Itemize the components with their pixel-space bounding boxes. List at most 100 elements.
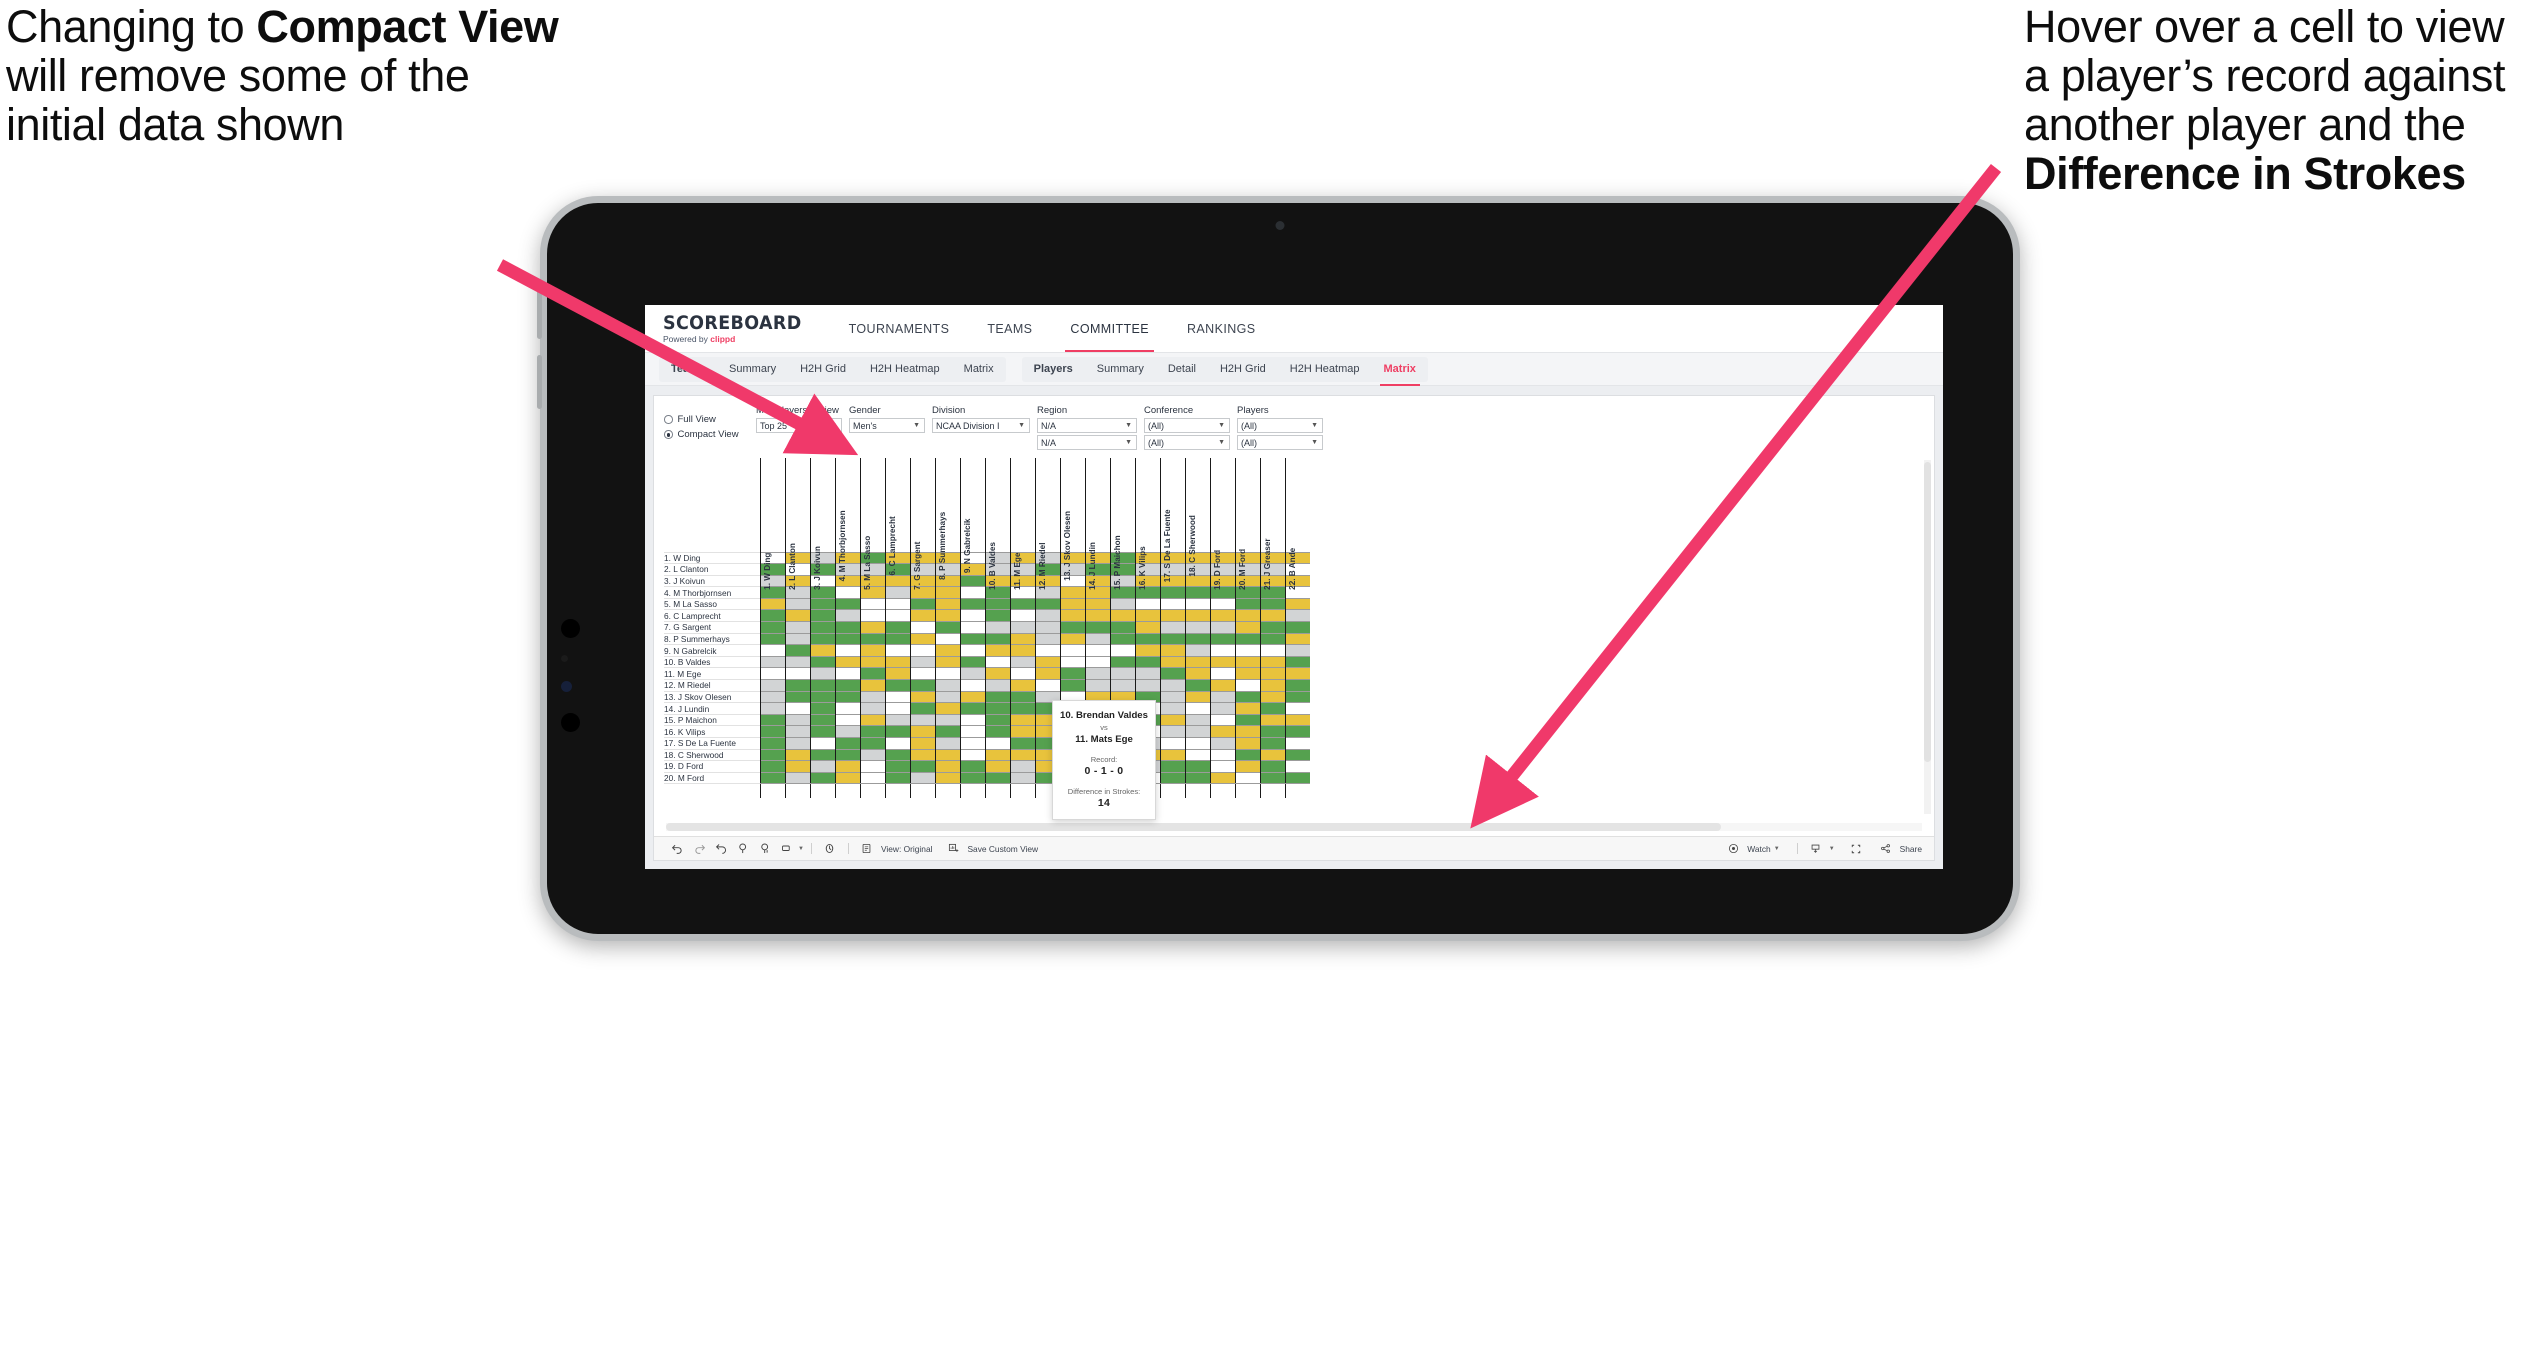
matrix-cell[interactable]	[1234, 632, 1260, 645]
matrix-cell[interactable]	[784, 597, 810, 610]
matrix-row-label[interactable]: 11. M Ege	[664, 667, 760, 680]
matrix-cell[interactable]	[1209, 702, 1235, 715]
matrix-cell[interactable]	[1259, 632, 1285, 645]
matrix-row-label[interactable]: 13. J Skov Olesen	[664, 690, 760, 703]
matrix-cell[interactable]	[859, 621, 885, 634]
matrix-cell[interactable]	[784, 679, 810, 692]
matrix-cell[interactable]	[1284, 713, 1310, 726]
matrix-cell[interactable]	[1134, 667, 1160, 680]
matrix-cell[interactable]	[759, 725, 785, 738]
matrix-cell[interactable]	[1059, 597, 1085, 610]
matrix-column-header[interactable]: 13. J Skov Olesen	[1059, 458, 1085, 580]
matrix-cell[interactable]	[884, 760, 910, 773]
matrix-cell[interactable]	[884, 737, 910, 750]
matrix-cell[interactable]	[759, 737, 785, 750]
matrix-cell[interactable]	[1209, 621, 1235, 634]
matrix-cell[interactable]	[1084, 632, 1110, 645]
matrix-cell[interactable]	[834, 760, 860, 773]
matrix-cell[interactable]	[1184, 621, 1210, 634]
matrix-cell[interactable]	[884, 690, 910, 703]
matrix-cell[interactable]	[1209, 679, 1235, 692]
matrix-cell[interactable]	[834, 621, 860, 634]
refresh-button[interactable]	[732, 842, 754, 855]
matrix-cell[interactable]	[1234, 655, 1260, 668]
matrix-cell[interactable]	[1234, 760, 1260, 773]
matrix-cell[interactable]	[859, 690, 885, 703]
matrix-cell[interactable]	[1084, 621, 1110, 634]
matrix-cell[interactable]	[1134, 597, 1160, 610]
matrix-cell[interactable]	[809, 667, 835, 680]
matrix-column-header[interactable]: 11. M Ege	[1009, 458, 1035, 590]
matrix-cell[interactable]	[1159, 644, 1185, 657]
matrix-cell[interactable]	[909, 597, 935, 610]
matrix-cell[interactable]	[784, 771, 810, 785]
matrix-cell[interactable]	[959, 597, 985, 610]
matrix-cell[interactable]	[984, 679, 1010, 692]
matrix-cell[interactable]	[1009, 655, 1035, 668]
matrix-cell[interactable]	[859, 655, 885, 668]
matrix-column-header[interactable]: 10. B Valdes	[984, 458, 1010, 590]
matrix-cell[interactable]	[1259, 748, 1285, 761]
subnav-teams-h2h-heatmap[interactable]: H2H Heatmap	[858, 357, 952, 382]
matrix-cell[interactable]	[1209, 771, 1235, 785]
matrix-cell[interactable]	[809, 748, 835, 761]
matrix-cell[interactable]	[934, 597, 960, 610]
matrix-cell[interactable]	[909, 713, 935, 726]
undo-button[interactable]	[666, 842, 688, 855]
matrix-cell[interactable]	[984, 725, 1010, 738]
matrix-cell[interactable]	[1059, 609, 1085, 622]
matrix-cell[interactable]	[759, 632, 785, 645]
matrix-cell[interactable]	[1134, 621, 1160, 634]
matrix-cell[interactable]	[809, 771, 835, 785]
matrix-cell[interactable]	[959, 679, 985, 692]
matrix-cell[interactable]	[934, 679, 960, 692]
matrix-cell[interactable]	[784, 702, 810, 715]
matrix-cell[interactable]	[1084, 667, 1110, 680]
filter-max-players-select[interactable]: Top 25 ▼	[756, 418, 842, 433]
matrix-cell[interactable]	[934, 713, 960, 726]
matrix-cell[interactable]	[1284, 597, 1310, 610]
matrix-cell[interactable]	[1284, 655, 1310, 668]
matrix-cell[interactable]	[934, 690, 960, 703]
matrix-column-header[interactable]: 12. M Riedel	[1034, 458, 1060, 590]
matrix-cell[interactable]	[884, 609, 910, 622]
matrix-cell[interactable]	[1209, 760, 1235, 773]
vertical-scrollbar-thumb[interactable]	[1924, 462, 1931, 762]
matrix-cell[interactable]	[1109, 621, 1135, 634]
matrix-cell[interactable]	[1009, 632, 1035, 645]
matrix-cell[interactable]	[784, 725, 810, 738]
h2h-matrix-table[interactable]: 1. W Ding 2. L Clanton 3. J Koivun 4. M Tho…	[664, 458, 1310, 798]
matrix-cell[interactable]	[1184, 655, 1210, 668]
matrix-column-header[interactable]: 19. D Ford	[1209, 458, 1235, 590]
matrix-cell[interactable]	[1159, 713, 1185, 726]
matrix-cell[interactable]	[1209, 597, 1235, 610]
matrix-cell[interactable]	[859, 713, 885, 726]
matrix-cell[interactable]	[1159, 748, 1185, 761]
matrix-cell[interactable]	[884, 725, 910, 738]
filter-players-select-2[interactable]: (All) ▼	[1237, 435, 1323, 450]
matrix-cell[interactable]	[1084, 597, 1110, 610]
matrix-cell[interactable]	[859, 725, 885, 738]
matrix-cell[interactable]	[909, 702, 935, 715]
matrix-cell[interactable]	[1259, 725, 1285, 738]
matrix-cell[interactable]	[1259, 690, 1285, 703]
matrix-cell[interactable]	[809, 725, 835, 738]
matrix-cell[interactable]	[1009, 679, 1035, 692]
matrix-cell[interactable]	[1284, 609, 1310, 622]
matrix-cell[interactable]	[1259, 609, 1285, 622]
matrix-row-label[interactable]: 18. C Sherwood	[664, 748, 760, 761]
matrix-cell[interactable]	[1159, 632, 1185, 645]
matrix-cell[interactable]	[1209, 667, 1235, 680]
matrix-cell[interactable]	[809, 644, 835, 657]
matrix-cell[interactable]	[1009, 737, 1035, 750]
matrix-cell[interactable]	[834, 771, 860, 785]
matrix-cell[interactable]	[759, 644, 785, 657]
matrix-cell[interactable]	[1034, 597, 1060, 610]
matrix-row-label[interactable]: 20. M Ford	[664, 771, 760, 784]
subnav-teams-matrix[interactable]: Matrix	[952, 357, 1006, 382]
matrix-cell[interactable]	[984, 621, 1010, 634]
matrix-column-header[interactable]: 4. M Thorbjornsen	[834, 458, 860, 581]
matrix-cell[interactable]	[809, 760, 835, 773]
matrix-cell[interactable]	[909, 609, 935, 622]
matrix-row-label[interactable]: 2. L Clanton	[664, 563, 760, 576]
